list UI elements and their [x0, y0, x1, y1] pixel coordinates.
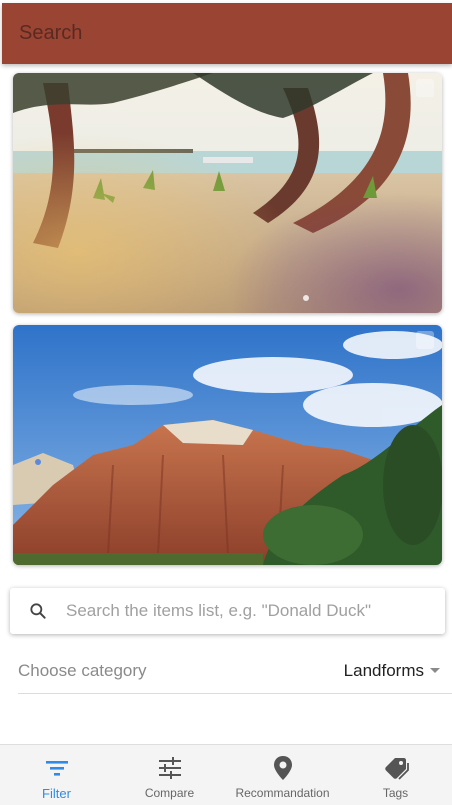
nav-item-compare[interactable]: Compare: [113, 745, 226, 805]
carousel-dot: [303, 295, 309, 301]
carousel-dot: [35, 459, 41, 465]
app-bar-title: Search: [19, 22, 83, 44]
bottom-navigation: Filter Compare Recommandation Tags: [0, 744, 452, 805]
red-rock-mountain-image: [13, 325, 442, 565]
filter-icon: [44, 755, 70, 781]
sliders-icon: [157, 755, 183, 781]
search-bar: [10, 588, 445, 634]
category-dropdown[interactable]: Landforms: [344, 661, 452, 681]
nav-label: Filter: [42, 786, 71, 801]
category-label: Choose category: [18, 660, 147, 680]
nav-label: Tags: [382, 786, 409, 800]
card-select-checkbox[interactable]: [416, 331, 434, 349]
nav-item-recommandation[interactable]: Recommandation: [226, 745, 339, 805]
nav-item-tags[interactable]: Tags: [339, 745, 452, 805]
card-mountain[interactable]: [13, 325, 442, 565]
chevron-down-icon: [430, 668, 440, 673]
beach-palms-image: [13, 73, 442, 313]
category-row: Choose category Landforms: [18, 648, 452, 694]
nav-item-filter[interactable]: Filter: [0, 745, 113, 805]
search-input[interactable]: [66, 601, 436, 621]
app-bar: Search: [2, 3, 452, 64]
category-selected-value: Landforms: [343, 660, 424, 680]
card-beach[interactable]: [13, 73, 442, 313]
map-pin-icon: [273, 755, 293, 781]
nav-label: Compare: [144, 786, 195, 800]
tag-icon: [383, 755, 409, 781]
nav-label: Recommandation: [235, 786, 330, 800]
card-select-checkbox[interactable]: [416, 79, 434, 97]
search-icon[interactable]: [10, 601, 66, 621]
